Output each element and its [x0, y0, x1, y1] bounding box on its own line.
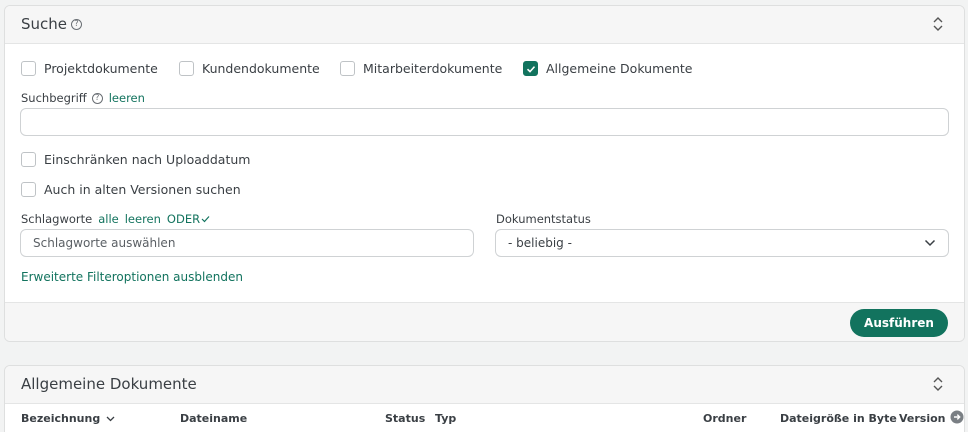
tags-mode-toggle[interactable]: ODER	[167, 212, 210, 226]
column-header-text: Version	[899, 412, 946, 425]
restrict-upload-label: Einschränken nach Uploaddatum	[44, 152, 251, 167]
status-select-value: - beliebig -	[508, 236, 572, 250]
doc-type-label: Mitarbeiterdokumente	[363, 61, 503, 76]
advanced-filter-toggle-link[interactable]: Erweiterte Filteroptionen ausblenden	[21, 270, 243, 284]
status-label-text: Dokumentstatus	[496, 212, 591, 226]
help-icon[interactable]: ?	[91, 92, 103, 104]
collapse-icon[interactable]	[932, 376, 944, 392]
checkbox-upload-date[interactable]	[21, 152, 36, 167]
column-header-dateigroesse[interactable]: Dateigröße in Byte	[780, 412, 897, 425]
tags-clear-link[interactable]: leeren	[125, 212, 161, 226]
column-header-version[interactable]: Version	[899, 410, 964, 425]
tags-label: Schlagworte alle leeren ODER	[21, 212, 210, 226]
search-term-clear-link[interactable]: leeren	[109, 91, 145, 105]
checkbox-kunden[interactable]	[179, 61, 194, 76]
column-header-dateiname[interactable]: Dateiname	[180, 412, 247, 425]
search-panel-footer: Ausführen	[5, 302, 964, 341]
restrict-upload-date[interactable]: Einschränken nach Uploaddatum	[21, 152, 250, 167]
search-panel-title: Suche ?	[21, 15, 83, 33]
checkbox-allgemein[interactable]	[523, 61, 538, 76]
doc-type-mitarbeiter[interactable]: Mitarbeiterdokumente	[340, 61, 502, 76]
column-header-text: Dateigröße in Byte	[780, 412, 897, 425]
checkbox-projekt[interactable]	[21, 61, 36, 76]
doc-type-kunden[interactable]: Kundendokumente	[179, 61, 320, 76]
doc-type-label: Allgemeine Dokumente	[546, 61, 693, 76]
column-header-text: Status	[385, 412, 426, 425]
tags-select-input[interactable]	[20, 229, 474, 257]
help-icon[interactable]: ?	[71, 18, 83, 30]
arrow-right-circle-icon[interactable]	[950, 410, 964, 424]
results-panel: Allgemeine Dokumente Bezeichnung Dateina…	[4, 365, 965, 432]
doc-type-label: Projektdokumente	[44, 61, 158, 76]
tags-label-text: Schlagworte	[21, 212, 93, 226]
results-panel-title: Allgemeine Dokumente	[21, 375, 197, 393]
search-term-label: Suchbegriff ? leeren	[21, 91, 145, 105]
search-term-input[interactable]	[20, 108, 949, 136]
search-panel-header[interactable]: Suche ?	[5, 6, 964, 44]
doc-type-allgemein[interactable]: Allgemeine Dokumente	[523, 61, 692, 76]
column-header-typ[interactable]: Typ	[435, 412, 456, 425]
search-title-text: Suche	[21, 15, 68, 33]
search-panel: Suche ? Projektdokumente Kundendokumente…	[4, 5, 965, 342]
search-old-versions[interactable]: Auch in alten Versionen suchen	[21, 182, 241, 197]
run-search-button[interactable]: Ausführen	[850, 309, 948, 337]
search-term-label-text: Suchbegriff	[21, 91, 87, 105]
doc-type-projekt[interactable]: Projektdokumente	[21, 61, 158, 76]
old-versions-label: Auch in alten Versionen suchen	[44, 182, 241, 197]
check-icon	[201, 216, 210, 223]
column-header-text: Bezeichnung	[21, 412, 101, 425]
column-header-text: Typ	[435, 412, 457, 425]
chevron-down-icon	[924, 239, 936, 247]
checkbox-mitarbeiter[interactable]	[340, 61, 355, 76]
status-label: Dokumentstatus	[496, 212, 591, 226]
sort-desc-icon	[106, 416, 115, 421]
column-header-text: Dateiname	[180, 412, 248, 425]
column-header-text: Ordner	[703, 412, 747, 425]
status-select[interactable]: - beliebig -	[495, 229, 949, 257]
tags-all-link[interactable]: alle	[98, 212, 119, 226]
results-panel-header[interactable]: Allgemeine Dokumente	[5, 366, 964, 404]
column-header-bezeichnung[interactable]: Bezeichnung	[21, 412, 115, 425]
tags-mode-text: ODER	[166, 212, 201, 226]
column-header-ordner[interactable]: Ordner	[703, 412, 746, 425]
results-title-text: Allgemeine Dokumente	[21, 375, 197, 393]
check-icon	[526, 65, 535, 73]
doc-type-label: Kundendokumente	[202, 61, 320, 76]
checkbox-old-versions[interactable]	[21, 182, 36, 197]
collapse-icon[interactable]	[932, 16, 944, 32]
column-header-status[interactable]: Status	[385, 412, 425, 425]
